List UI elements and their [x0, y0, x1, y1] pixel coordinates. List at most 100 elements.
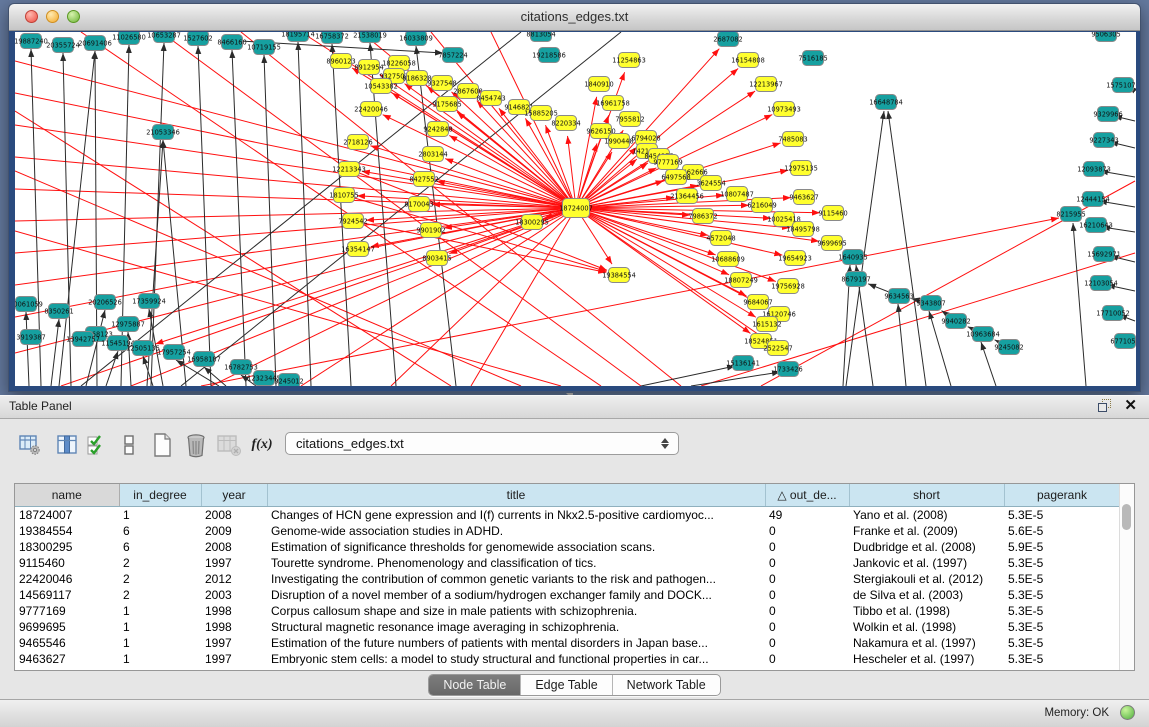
table-row[interactable]: 946362711997Embryonic stem cells: a mode…: [15, 651, 1120, 667]
graph-node[interactable]: 9327548: [427, 76, 456, 91]
graph-node[interactable]: 8454743: [476, 91, 505, 106]
graph-node[interactable]: 3919387: [16, 330, 45, 345]
table-cell[interactable]: 2: [119, 555, 201, 571]
graph-node[interactable]: 16210643: [1079, 218, 1113, 233]
graph-node[interactable]: 9463627: [789, 190, 818, 205]
graph-node[interactable]: 8170043: [404, 197, 433, 212]
graph-node[interactable]: 7986372: [688, 209, 717, 224]
graph-node[interactable]: 8903415: [422, 251, 451, 266]
graph-node[interactable]: 16154808: [731, 53, 765, 68]
table-cell[interactable]: 18724007: [15, 507, 119, 524]
table-cell[interactable]: Wolkin et al. (1998): [849, 619, 1004, 635]
table-cell[interactable]: Estimation of significance thresholds fo…: [267, 539, 765, 555]
graph-node[interactable]: 15751074: [1106, 78, 1136, 93]
graph-node[interactable]: 10653287: [147, 32, 181, 43]
graph-node[interactable]: 8466160: [217, 35, 246, 50]
graph-node[interactable]: 15136141: [726, 356, 760, 371]
tab-network-table[interactable]: Network Table: [612, 675, 720, 695]
table-cell[interactable]: 0: [765, 651, 849, 667]
table-cell[interactable]: Disruption of a novel member of a sodium…: [267, 587, 765, 603]
table-cell[interactable]: 0: [765, 555, 849, 571]
table-cell[interactable]: 5.5E-5: [1004, 571, 1120, 587]
graph-node[interactable]: 9329966: [1093, 107, 1122, 122]
graph-node[interactable]: 12103054: [1084, 276, 1118, 291]
table-cell[interactable]: 1997: [201, 651, 267, 667]
table-row[interactable]: 1456911722003Disruption of a novel membe…: [15, 587, 1120, 603]
table-cell[interactable]: 1: [119, 635, 201, 651]
graph-node[interactable]: 9343807: [916, 296, 945, 311]
table-cell[interactable]: 2008: [201, 539, 267, 555]
float-panel-button[interactable]: [1098, 399, 1112, 413]
table-cell[interactable]: 9115460: [15, 555, 119, 571]
graph-node[interactable]: 7857224: [438, 48, 467, 63]
graph-node[interactable]: 1990448: [604, 134, 633, 149]
table-row[interactable]: 977716911998Corpus callosum shape and si…: [15, 603, 1120, 619]
table-selector-dropdown[interactable]: citations_edges.txt: [285, 432, 679, 455]
table-cell[interactable]: 22420046: [15, 571, 119, 587]
table-cell[interactable]: 0: [765, 619, 849, 635]
graph-node[interactable]: 18807249: [724, 273, 758, 288]
graph-node[interactable]: 7516185: [798, 51, 827, 66]
table-cell[interactable]: 0: [765, 571, 849, 587]
table-cell[interactable]: 0: [765, 635, 849, 651]
graph-node[interactable]: 12975135: [784, 161, 818, 176]
table-cell[interactable]: 1998: [201, 619, 267, 635]
graph-node[interactable]: 2522547: [763, 341, 792, 356]
graph-node[interactable]: 1615132: [752, 317, 781, 332]
attribute-table[interactable]: namein_degreeyeartitle△ out_de...shortpa…: [15, 484, 1121, 667]
graph-node[interactable]: 9940282: [941, 314, 970, 329]
network-canvas[interactable]: 1872400719887240203557242069140611026580…: [15, 32, 1136, 386]
table-cell[interactable]: Dudbridge et al. (2008): [849, 539, 1004, 555]
graph-node[interactable]: 16648784: [869, 95, 903, 110]
table-cell[interactable]: 9699695: [15, 619, 119, 635]
table-cell[interactable]: 5.3E-5: [1004, 587, 1120, 603]
graph-node[interactable]: 8220334: [551, 116, 580, 131]
graph-node[interactable]: 8427552: [409, 172, 438, 187]
table-cell[interactable]: Structural magnetic resonance image aver…: [267, 619, 765, 635]
graph-node[interactable]: 16354147: [341, 242, 375, 257]
graph-node[interactable]: 1810755: [329, 188, 358, 203]
table-cell[interactable]: 0: [765, 523, 849, 539]
delete-column-button[interactable]: [181, 429, 211, 461]
graph-node[interactable]: 11254863: [612, 53, 646, 68]
table-cell[interactable]: Tibbo et al. (1998): [849, 603, 1004, 619]
table-cell[interactable]: 1: [119, 507, 201, 524]
graph-node[interactable]: 8679197: [841, 272, 870, 287]
graph-node[interactable]: 6216049: [747, 198, 776, 213]
table-cell[interactable]: 5.9E-5: [1004, 539, 1120, 555]
table-row[interactable]: 1872400712008Changes of HCN gene express…: [15, 507, 1120, 524]
graph-node[interactable]: 3624554: [696, 176, 725, 191]
table-row[interactable]: 911546021997Tourette syndrome. Phenomeno…: [15, 555, 1120, 571]
table-cell[interactable]: 5.3E-5: [1004, 635, 1120, 651]
memory-ok-indicator[interactable]: [1120, 705, 1135, 720]
table-cell[interactable]: Franke et al. (2009): [849, 523, 1004, 539]
table-cell[interactable]: 5.3E-5: [1004, 555, 1120, 571]
column-header-pagerank[interactable]: pagerank: [1004, 484, 1120, 507]
table-header-row[interactable]: namein_degreeyeartitle△ out_de...shortpa…: [15, 484, 1120, 507]
graph-node[interactable]: 22420046: [354, 102, 388, 117]
graph-node[interactable]: 16958187: [187, 352, 221, 367]
column-header-out_de[interactable]: △ out_de...: [765, 484, 849, 507]
table-cell[interactable]: 5.3E-5: [1004, 603, 1120, 619]
table-row[interactable]: 1938455462009Genome-wide association stu…: [15, 523, 1120, 539]
graph-node[interactable]: 19887240: [15, 34, 48, 49]
table-vertical-scrollbar[interactable]: [1119, 484, 1134, 670]
graph-node[interactable]: 18195714: [281, 32, 315, 42]
graph-node[interactable]: 9227343: [1089, 133, 1118, 148]
graph-node[interactable]: 9699695: [817, 236, 846, 251]
table-cell[interactable]: Yano et al. (2008): [849, 507, 1004, 524]
graph-node[interactable]: 12213967: [749, 77, 783, 92]
table-cell[interactable]: 9463627: [15, 651, 119, 667]
table-cell[interactable]: 49: [765, 507, 849, 524]
graph-node[interactable]: 9245082: [994, 340, 1023, 355]
graph-node[interactable]: 19756928: [771, 279, 805, 294]
table-cell[interactable]: 1: [119, 603, 201, 619]
row-form-button[interactable]: [114, 429, 144, 461]
tab-node-table[interactable]: Node Table: [429, 675, 520, 695]
graph-node[interactable]: 16033809: [399, 32, 433, 46]
column-header-title[interactable]: title: [267, 484, 765, 507]
function-builder-button[interactable]: f(x): [247, 429, 277, 461]
table-cell[interactable]: 2012: [201, 571, 267, 587]
graph-node[interactable]: 2687082: [713, 32, 742, 47]
graph-node[interactable]: 7485083: [778, 132, 807, 147]
